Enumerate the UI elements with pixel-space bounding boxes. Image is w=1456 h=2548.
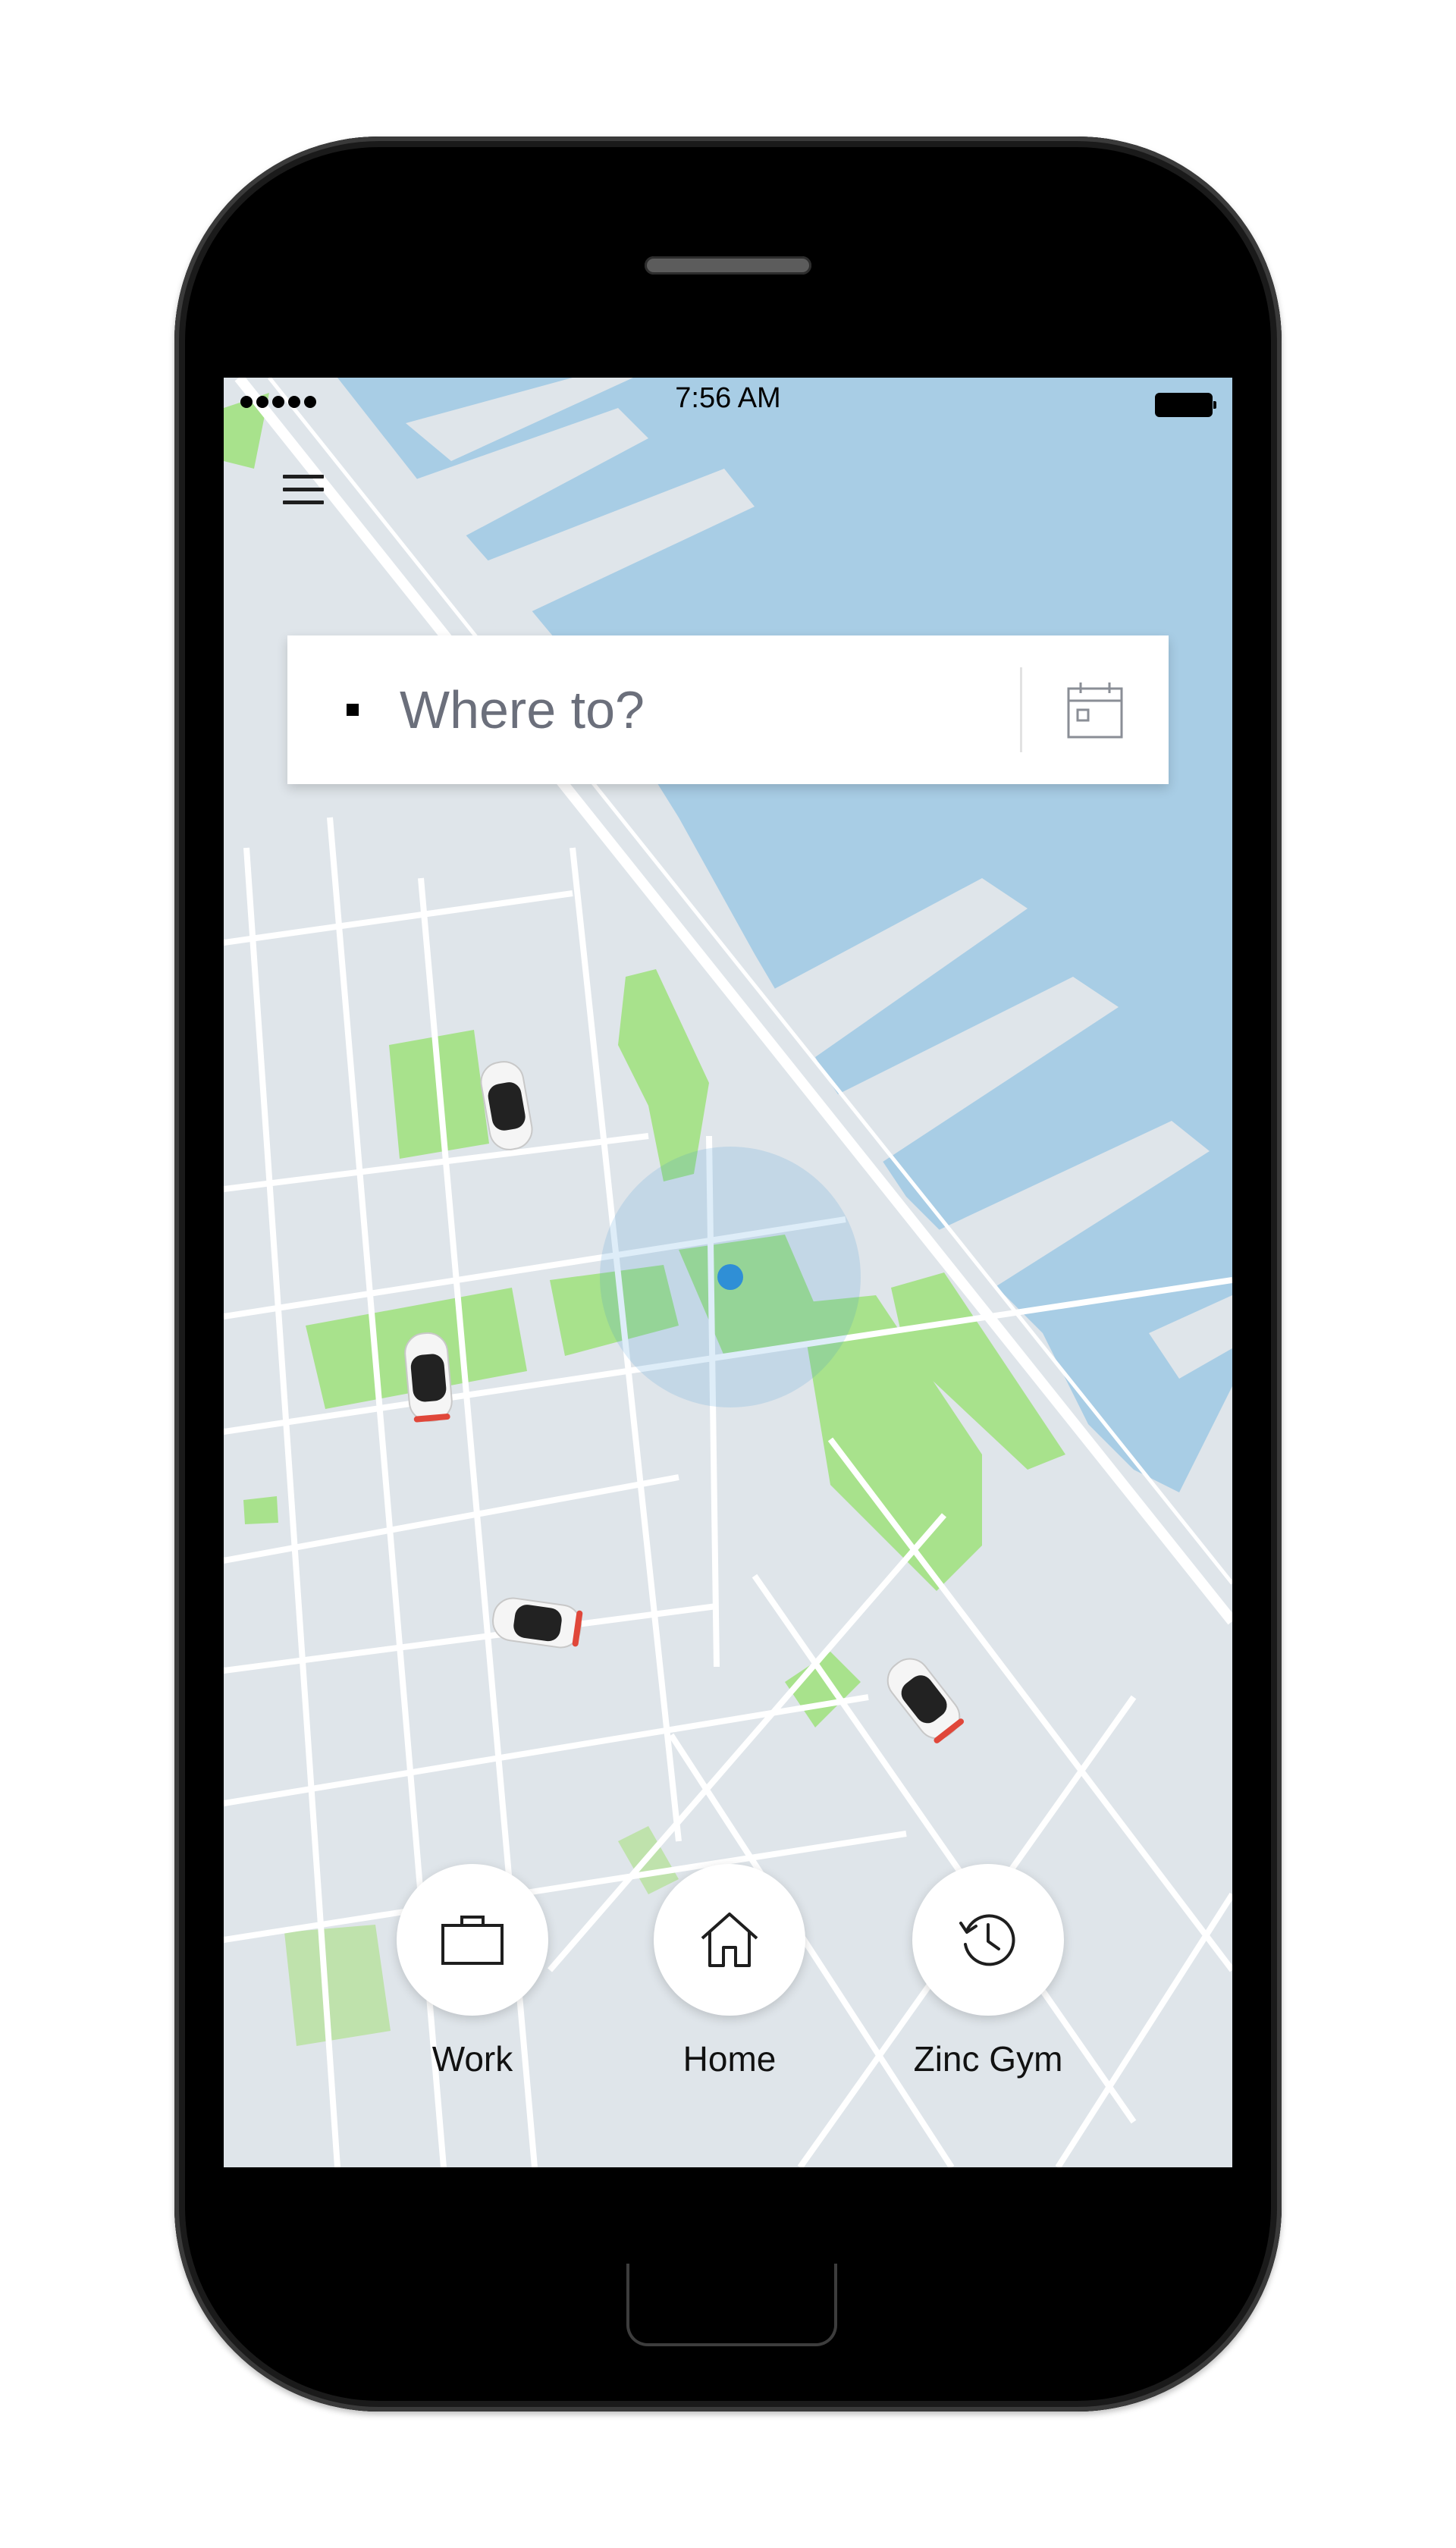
car-icon[interactable]: [880, 1651, 968, 1746]
shortcut-work-button[interactable]: Work: [374, 1864, 571, 2079]
car-icon[interactable]: [491, 1596, 584, 1650]
shortcut-label: Zinc Gym: [913, 2039, 1063, 2079]
menu-button[interactable]: [283, 475, 328, 513]
search-divider: [1020, 667, 1022, 752]
home-icon: [701, 1913, 758, 1967]
search-placeholder: Where to?: [400, 680, 645, 739]
battery-icon: [1155, 393, 1216, 417]
destination-square-icon: [347, 704, 359, 716]
hamburger-icon: [283, 475, 324, 479]
app-screen: 7:56 AM Where to? Work Home Zinc Gym: [224, 378, 1232, 2167]
shortcut-label: Work: [431, 2039, 513, 2079]
shortcut-circle: [397, 1864, 548, 2016]
shortcut-circle: [912, 1864, 1064, 2016]
park: [618, 969, 709, 1181]
calendar-icon: [1067, 682, 1123, 739]
shortcut-label: Home: [682, 2039, 777, 2079]
phone-speaker: [645, 256, 811, 275]
schedule-ride-button[interactable]: [1065, 681, 1125, 740]
park: [243, 1496, 278, 1524]
status-time: 7:56 AM: [675, 382, 781, 414]
shortcut-home-button[interactable]: Home: [631, 1864, 828, 2079]
briefcase-icon: [441, 1916, 504, 1965]
shortcut-circle: [654, 1864, 805, 2016]
phone-home-button[interactable]: [626, 2264, 837, 2346]
current-location-dot: [717, 1264, 743, 1290]
shortcut-zinc-gym-button[interactable]: Zinc Gym: [890, 1864, 1087, 2079]
car-icon[interactable]: [403, 1332, 453, 1423]
where-to-search-bar[interactable]: Where to?: [287, 635, 1169, 784]
history-clock-icon: [959, 1914, 1015, 1966]
status-bar: 7:56 AM: [224, 378, 1232, 423]
